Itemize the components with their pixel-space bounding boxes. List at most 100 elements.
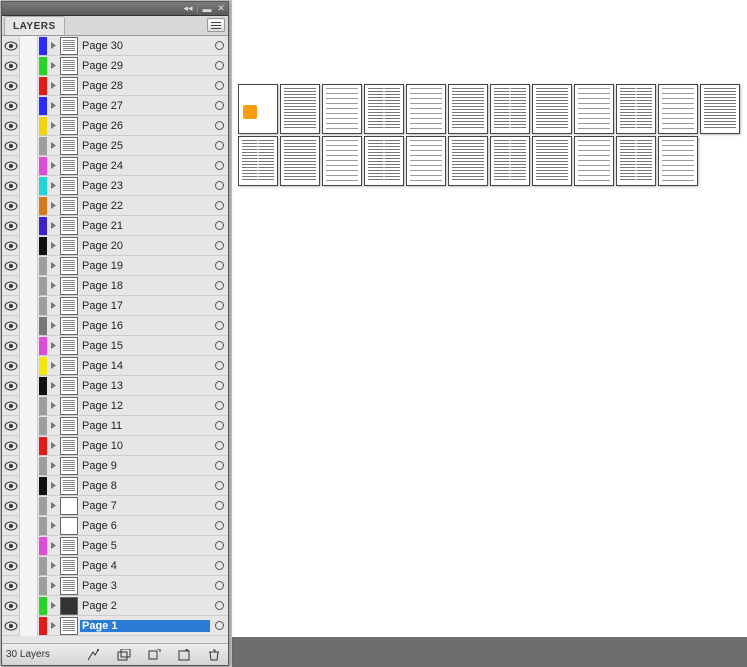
- disclosure-triangle-icon[interactable]: [48, 596, 58, 616]
- layer-row[interactable]: Page 18: [2, 276, 228, 296]
- lock-cell[interactable]: [20, 556, 38, 576]
- layer-thumbnail[interactable]: [60, 437, 78, 455]
- layer-thumbnail[interactable]: [60, 557, 78, 575]
- layer-name[interactable]: Page 30: [80, 40, 210, 52]
- layer-row[interactable]: Page 7: [2, 496, 228, 516]
- lock-cell[interactable]: [20, 116, 38, 136]
- layer-name[interactable]: Page 21: [80, 220, 210, 232]
- layer-name[interactable]: Page 4: [80, 560, 210, 572]
- eye-icon[interactable]: [2, 596, 20, 616]
- layer-row[interactable]: Page 2: [2, 596, 228, 616]
- layer-thumbnail[interactable]: [60, 597, 78, 615]
- lock-cell[interactable]: [20, 236, 38, 256]
- eye-icon[interactable]: [2, 456, 20, 476]
- lock-cell[interactable]: [20, 96, 38, 116]
- disclosure-triangle-icon[interactable]: [48, 156, 58, 176]
- layer-row[interactable]: Page 11: [2, 416, 228, 436]
- layer-row[interactable]: Page 12: [2, 396, 228, 416]
- layer-name[interactable]: Page 27: [80, 100, 210, 112]
- locate-object-icon[interactable]: [84, 647, 104, 663]
- layer-row[interactable]: Page 9: [2, 456, 228, 476]
- lock-cell[interactable]: [20, 276, 38, 296]
- target-icon[interactable]: [210, 576, 228, 596]
- target-icon[interactable]: [210, 376, 228, 396]
- target-icon[interactable]: [210, 436, 228, 456]
- collapse-icon[interactable]: ◂◂: [181, 3, 195, 15]
- eye-icon[interactable]: [2, 416, 20, 436]
- artboard-thumb[interactable]: [238, 136, 278, 186]
- layer-thumbnail[interactable]: [60, 137, 78, 155]
- layer-name[interactable]: Page 18: [80, 280, 210, 292]
- lock-cell[interactable]: [20, 476, 38, 496]
- layer-row[interactable]: Page 15: [2, 336, 228, 356]
- close-icon[interactable]: ✕: [214, 3, 228, 15]
- layer-name[interactable]: Page 15: [80, 340, 210, 352]
- target-icon[interactable]: [210, 616, 228, 636]
- layer-name[interactable]: Page 11: [80, 420, 210, 432]
- artboard-thumb[interactable]: [658, 84, 698, 134]
- layer-name[interactable]: Page 13: [80, 380, 210, 392]
- lock-cell[interactable]: [20, 256, 38, 276]
- layer-thumbnail[interactable]: [60, 237, 78, 255]
- layer-row[interactable]: Page 30: [2, 36, 228, 56]
- layer-thumbnail[interactable]: [60, 517, 78, 535]
- lock-cell[interactable]: [20, 576, 38, 596]
- lock-cell[interactable]: [20, 616, 38, 636]
- layer-name[interactable]: Page 5: [80, 540, 210, 552]
- layer-thumbnail[interactable]: [60, 157, 78, 175]
- target-icon[interactable]: [210, 456, 228, 476]
- target-icon[interactable]: [210, 476, 228, 496]
- layer-name[interactable]: Page 8: [80, 480, 210, 492]
- minimize-icon[interactable]: ▬: [200, 3, 214, 15]
- artboard-thumb[interactable]: [364, 84, 404, 134]
- layer-thumbnail[interactable]: [60, 357, 78, 375]
- disclosure-triangle-icon[interactable]: [48, 256, 58, 276]
- disclosure-triangle-icon[interactable]: [48, 76, 58, 96]
- layer-thumbnail[interactable]: [60, 117, 78, 135]
- layer-row[interactable]: Page 19: [2, 256, 228, 276]
- eye-icon[interactable]: [2, 136, 20, 156]
- layer-name[interactable]: Page 26: [80, 120, 210, 132]
- layer-thumbnail[interactable]: [60, 197, 78, 215]
- eye-icon[interactable]: [2, 516, 20, 536]
- layer-row[interactable]: Page 24: [2, 156, 228, 176]
- eye-icon[interactable]: [2, 616, 20, 636]
- layer-row[interactable]: Page 16: [2, 316, 228, 336]
- artboard-thumb[interactable]: [532, 136, 572, 186]
- disclosure-triangle-icon[interactable]: [48, 516, 58, 536]
- target-icon[interactable]: [210, 396, 228, 416]
- canvas-area[interactable]: [232, 0, 747, 637]
- layer-thumbnail[interactable]: [60, 277, 78, 295]
- disclosure-triangle-icon[interactable]: [48, 616, 58, 636]
- eye-icon[interactable]: [2, 436, 20, 456]
- lock-cell[interactable]: [20, 176, 38, 196]
- lock-cell[interactable]: [20, 496, 38, 516]
- target-icon[interactable]: [210, 536, 228, 556]
- artboard-thumb[interactable]: [532, 84, 572, 134]
- layer-thumbnail[interactable]: [60, 337, 78, 355]
- layer-row[interactable]: Page 20: [2, 236, 228, 256]
- disclosure-triangle-icon[interactable]: [48, 456, 58, 476]
- layer-name[interactable]: Page 28: [80, 80, 210, 92]
- disclosure-triangle-icon[interactable]: [48, 296, 58, 316]
- layer-name[interactable]: Page 22: [80, 200, 210, 212]
- lock-cell[interactable]: [20, 596, 38, 616]
- layer-thumbnail[interactable]: [60, 297, 78, 315]
- disclosure-triangle-icon[interactable]: [48, 576, 58, 596]
- eye-icon[interactable]: [2, 156, 20, 176]
- artboard-thumb[interactable]: [616, 84, 656, 134]
- disclosure-triangle-icon[interactable]: [48, 356, 58, 376]
- target-icon[interactable]: [210, 596, 228, 616]
- eye-icon[interactable]: [2, 36, 20, 56]
- layer-row[interactable]: Page 26: [2, 116, 228, 136]
- layer-name[interactable]: Page 1: [80, 620, 210, 632]
- lock-cell[interactable]: [20, 376, 38, 396]
- lock-cell[interactable]: [20, 56, 38, 76]
- lock-cell[interactable]: [20, 436, 38, 456]
- target-icon[interactable]: [210, 296, 228, 316]
- target-icon[interactable]: [210, 176, 228, 196]
- layer-thumbnail[interactable]: [60, 497, 78, 515]
- disclosure-triangle-icon[interactable]: [48, 236, 58, 256]
- target-icon[interactable]: [210, 56, 228, 76]
- disclosure-triangle-icon[interactable]: [48, 436, 58, 456]
